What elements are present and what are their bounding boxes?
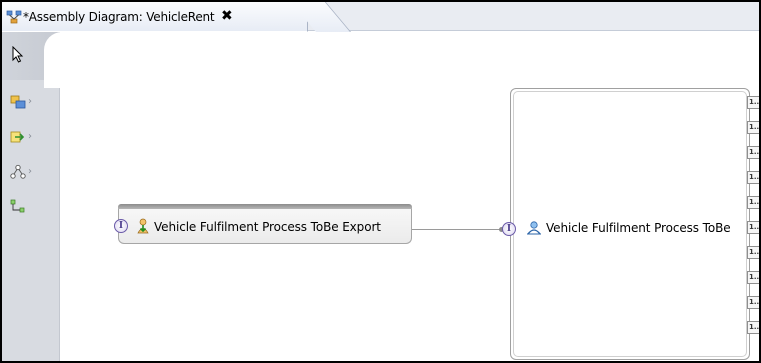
- editor-tab-bar: *Assembly Diagram: VehicleRent ✖: [2, 2, 759, 32]
- export-node-label: Vehicle Fulfilment Process ToBe Export: [154, 220, 381, 234]
- import-export-tool-icon[interactable]: ›: [10, 129, 38, 147]
- reference-terminal[interactable]: 1..1: [747, 146, 759, 159]
- editor-tab[interactable]: *Assembly Diagram: VehicleRent ✖: [2, 2, 308, 32]
- reference-terminal[interactable]: 1..1: [747, 246, 759, 259]
- reference-terminal[interactable]: 1..1: [747, 271, 759, 284]
- reference-terminal[interactable]: 1..1: [747, 121, 759, 134]
- diagram-canvas[interactable]: I Vehicle Fulfilment Process ToBe Export…: [61, 32, 759, 361]
- reference-terminal[interactable]: 1..1: [747, 221, 759, 234]
- wire-connection[interactable]: [412, 229, 502, 230]
- export-node[interactable]: I Vehicle Fulfilment Process ToBe Export: [114, 204, 412, 244]
- close-icon[interactable]: ✖: [221, 8, 235, 24]
- reference-terminal[interactable]: 1..1: [747, 96, 759, 109]
- component-tool-icon[interactable]: ›: [10, 94, 38, 112]
- reference-terminal[interactable]: 1..1: [747, 196, 759, 209]
- assembly-diagram-icon: [6, 10, 22, 24]
- palette: › › ›: [2, 32, 64, 361]
- chevron-right-icon: ›: [28, 166, 32, 177]
- reference-terminal[interactable]: 1..1: [747, 321, 759, 334]
- reference-terminal[interactable]: 1..1: [747, 296, 759, 309]
- chevron-right-icon: ›: [28, 131, 32, 142]
- references-tool-icon[interactable]: ›: [10, 164, 38, 182]
- component-icon: [527, 221, 541, 235]
- editor-window: *Assembly Diagram: VehicleRent ✖ › › › I…: [2, 2, 759, 361]
- export-icon: [137, 218, 149, 234]
- chevron-right-icon: ›: [28, 96, 32, 107]
- interface-icon[interactable]: I: [114, 219, 128, 233]
- interface-icon[interactable]: I: [502, 222, 516, 236]
- editor-tab-title: *Assembly Diagram: VehicleRent: [23, 10, 215, 24]
- selection-arrow-icon[interactable]: [10, 45, 38, 64]
- reference-terminal[interactable]: 1..1: [747, 171, 759, 184]
- wire-tool-icon[interactable]: [10, 198, 38, 216]
- component-node-label: Vehicle Fulfilment Process ToBe: [546, 221, 731, 235]
